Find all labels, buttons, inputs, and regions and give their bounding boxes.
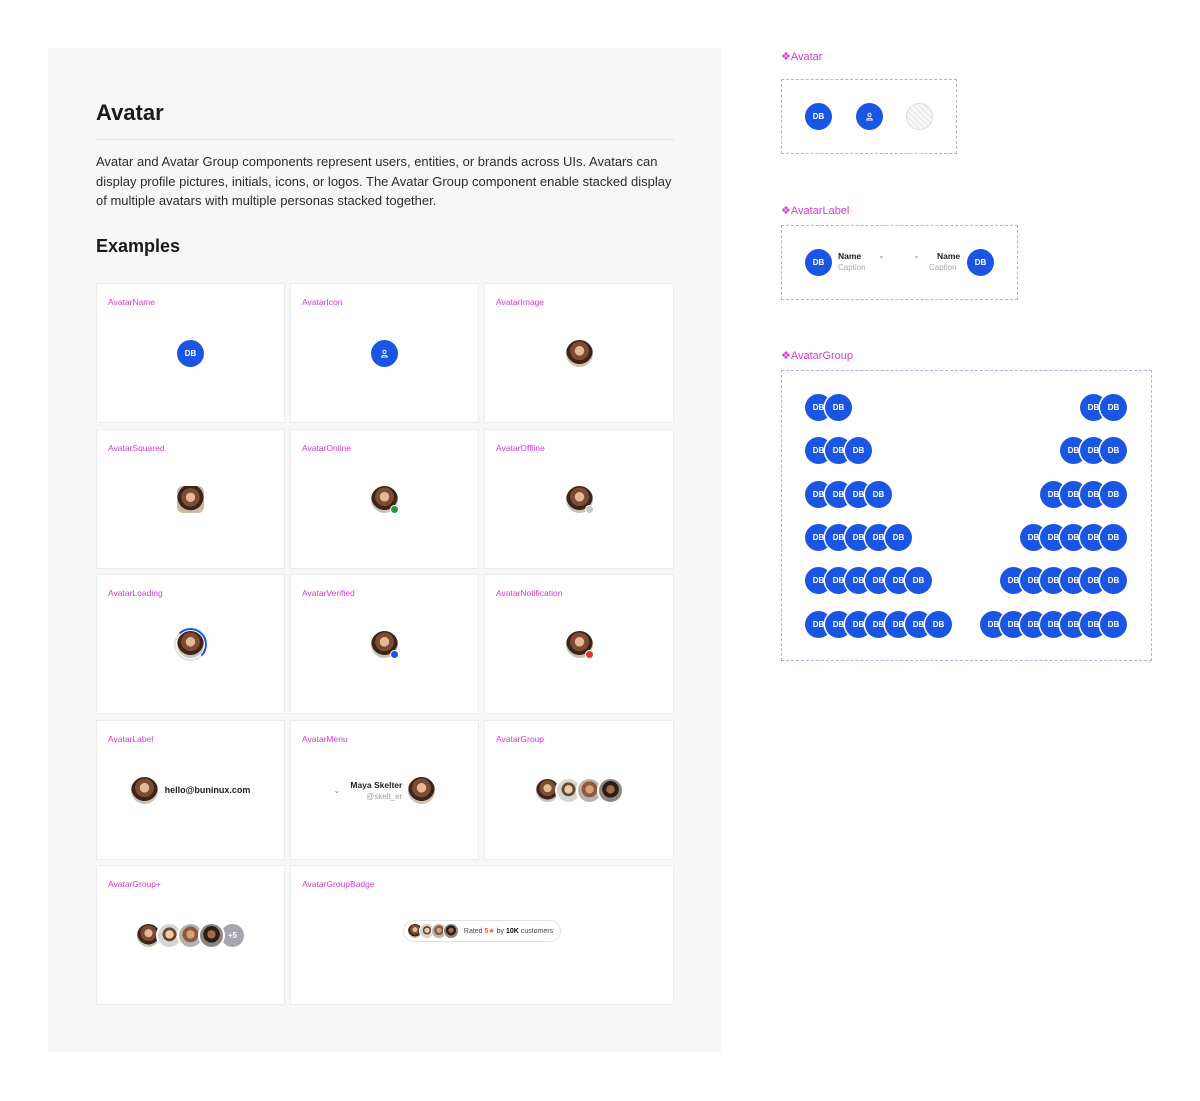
avatar-photo[interactable] xyxy=(174,627,207,661)
group-avatar-right[interactable]: DB xyxy=(1100,567,1127,595)
group-avatar-right[interactable]: DB xyxy=(1100,437,1127,465)
documentation-panel: Avatar Avatar and Avatar Group component… xyxy=(48,48,721,1052)
group-avatar-left[interactable]: DB xyxy=(905,567,932,595)
examples-heading: Examples xyxy=(96,236,181,256)
group-avatar-right[interactable]: DB xyxy=(1100,480,1127,508)
card-avatar-offline[interactable]: AvatarOffline xyxy=(484,429,674,569)
avatar-initials[interactable]: DB xyxy=(177,339,204,367)
label-name: Name xyxy=(838,251,862,261)
card-avatar-name[interactable]: AvatarName DB xyxy=(96,283,285,423)
avatar-group-stack[interactable]: +5 xyxy=(135,921,246,949)
card-avatar-menu[interactable]: AvatarMenu ⌄ Maya Skelter @skelt_er xyxy=(290,720,479,860)
avatar-group-component-frame: DB DB DB DB DB DB DB DB DB DB DB DB DB DB DB DB DB DB DB DB… xyxy=(781,370,1152,661)
avatar-placeholder[interactable] xyxy=(906,103,933,130)
menu-user-name: Maya Skelter xyxy=(350,779,403,790)
group-avatar-left[interactable]: DB xyxy=(845,437,872,465)
group-avatar-left[interactable]: DB xyxy=(885,523,912,551)
title-divider xyxy=(96,139,674,140)
group-avatar-left[interactable]: DB xyxy=(825,394,852,421)
avatar-component-frame: DB xyxy=(781,79,957,154)
rating-text: Rated 5★ by 10K customers xyxy=(463,928,554,935)
label-caption: Caption xyxy=(929,263,957,272)
offline-status-dot xyxy=(584,504,594,514)
person-icon xyxy=(866,112,873,121)
page-title: Avatar xyxy=(96,100,164,125)
group-avatar-left[interactable]: DB xyxy=(865,480,892,508)
card-avatar-group[interactable]: AvatarGroup xyxy=(484,720,674,860)
card-avatar-icon[interactable]: AvatarIcon xyxy=(290,283,479,423)
avatar-label-component-frame: DB Name Caption ⌄ ⌄ Name Caption DB xyxy=(781,225,1018,300)
card-avatar-image[interactable]: AvatarImage xyxy=(484,283,674,423)
component-title-avatar-group: ❖AvatarGroup xyxy=(781,350,854,362)
person-icon xyxy=(381,349,388,358)
avatar-initials[interactable]: DB xyxy=(805,249,832,276)
rating-badge[interactable]: Rated 5★ by 10K customers xyxy=(402,920,562,942)
group-avatar-right[interactable]: DB xyxy=(1100,523,1127,551)
card-avatar-online[interactable]: AvatarOnline xyxy=(290,429,479,569)
chevron-down-icon[interactable]: ⌄ xyxy=(334,786,341,795)
card-avatar-notification[interactable]: AvatarNotification xyxy=(484,574,674,714)
loading-spinner xyxy=(174,627,207,661)
chevron-down-icon[interactable]: ⌄ xyxy=(878,251,885,260)
avatar-group-stack[interactable] xyxy=(534,776,624,804)
avatar-photo[interactable] xyxy=(130,776,158,804)
card-avatar-loading[interactable]: AvatarLoading xyxy=(96,574,285,714)
avatar-photo[interactable] xyxy=(198,921,225,949)
card-avatar-group-plus[interactable]: AvatarGroup+ +5 xyxy=(96,865,285,1005)
group-avatar-left[interactable]: DB xyxy=(925,610,952,638)
avatar-photo[interactable] xyxy=(565,630,594,659)
card-avatar-verified[interactable]: AvatarVerified xyxy=(290,574,479,714)
card-avatar-label[interactable]: AvatarLabel hello@buninux.com xyxy=(96,720,285,860)
online-status-dot xyxy=(390,504,399,514)
page-description: Avatar and Avatar Group components repre… xyxy=(96,154,672,208)
component-title-avatar: ❖Avatar xyxy=(781,51,823,63)
card-avatar-squared[interactable]: AvatarSquared xyxy=(96,429,285,569)
avatar-photo[interactable] xyxy=(565,485,594,514)
avatar-initials[interactable]: DB xyxy=(805,103,832,130)
group-avatar-right[interactable]: DB xyxy=(1100,610,1127,638)
avatar-photo[interactable] xyxy=(408,776,436,804)
avatar-photo[interactable] xyxy=(371,485,399,514)
avatar-icon[interactable] xyxy=(856,103,883,130)
check-icon xyxy=(390,649,399,659)
label-name: Name xyxy=(937,251,961,261)
component-title-avatar-label: ❖AvatarLabel xyxy=(781,205,850,217)
avatar-menu[interactable]: ⌄ Maya Skelter @skelt_er xyxy=(334,776,436,804)
menu-user-handle: @skelt_er xyxy=(366,791,403,801)
avatar-photo xyxy=(442,923,459,939)
avatar-photo[interactable] xyxy=(371,630,399,659)
chevron-down-icon[interactable]: ⌄ xyxy=(913,251,920,260)
avatar-photo[interactable] xyxy=(565,339,593,367)
avatar-photo[interactable] xyxy=(597,776,624,804)
avatar-icon[interactable] xyxy=(371,339,398,367)
avatar-initials[interactable]: DB xyxy=(967,249,994,276)
notification-badge xyxy=(584,649,594,659)
avatar-email: hello@buninux.com xyxy=(164,785,251,795)
avatar-squared-photo[interactable] xyxy=(177,485,204,513)
group-avatar-right[interactable]: DB xyxy=(1100,394,1127,421)
label-caption: Caption xyxy=(838,263,866,272)
card-avatar-group-badge[interactable]: AvatarGroupBadge Rated 5★ by 10K custome… xyxy=(290,865,674,1005)
avatar-group-stack xyxy=(406,923,459,939)
